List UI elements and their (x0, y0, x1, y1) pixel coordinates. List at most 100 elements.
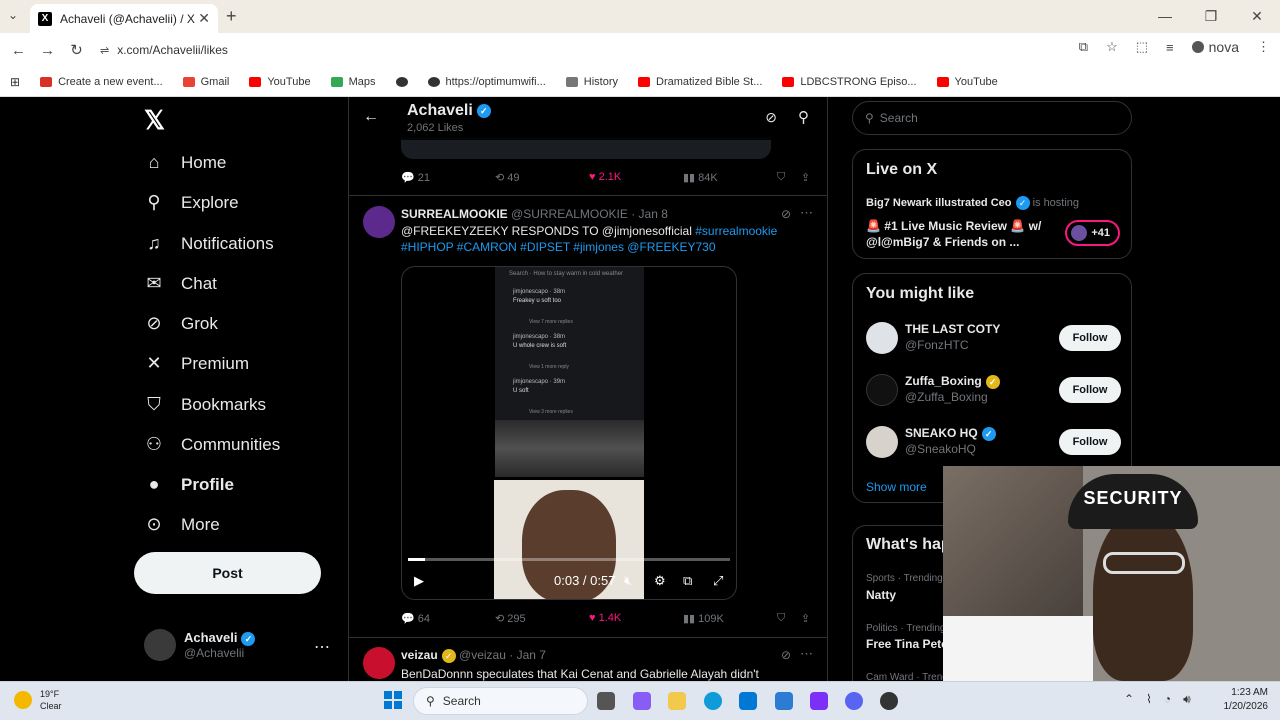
play-icon[interactable]: ▶ (414, 573, 424, 589)
reply-button[interactable]: 💬 64 (401, 612, 430, 625)
chevron-up-icon[interactable]: ⌃ (1124, 692, 1134, 707)
pip-icon[interactable]: ⧉ (683, 573, 692, 589)
nav-item-grok[interactable]: ⊘ Grok (144, 313, 217, 334)
tweet-author[interactable]: veizau (401, 648, 438, 662)
back-icon[interactable]: ← (4, 42, 33, 59)
forward-icon[interactable]: → (33, 42, 62, 59)
discord-icon[interactable] (845, 692, 863, 710)
hashtag-link[interactable]: #HIPHOP #CAMRON #DIPSET #jimjones @FREEK… (401, 240, 716, 254)
avatar[interactable] (363, 647, 395, 679)
more-icon[interactable]: ⋯ (800, 646, 813, 662)
video-progress-bar[interactable] (408, 558, 730, 561)
like-button[interactable]: ♥ 1.4K (589, 612, 621, 624)
repost-button[interactable]: ⟲ 49 (495, 171, 520, 184)
previous-tweet-media[interactable] (401, 137, 771, 159)
account-more-icon[interactable]: ⋯ (314, 637, 330, 657)
follow-button[interactable]: Follow (1059, 429, 1121, 455)
post-button[interactable]: Post (134, 552, 321, 594)
views-button[interactable]: ▮▮ 84K (683, 171, 718, 184)
nav-item-explore[interactable]: ⚲ Explore (144, 192, 238, 213)
app-icon[interactable] (810, 692, 828, 710)
account-switcher[interactable]: Achaveli ✓ @Achavelii (144, 629, 256, 661)
windows-start-icon[interactable] (384, 691, 402, 709)
search-input[interactable]: ⚲ Search (852, 101, 1132, 135)
task-view-icon[interactable] (597, 692, 615, 710)
bookmark-item[interactable]: Dramatized Bible St... (630, 76, 770, 88)
bookmark-item[interactable]: YouTube (241, 76, 318, 88)
video-player[interactable]: Search · How to stay warm in cold weathe… (401, 266, 737, 600)
taskbar-search[interactable]: ⚲ Search (413, 687, 588, 715)
more-icon[interactable]: ⋯ (800, 205, 813, 221)
settings-icon[interactable]: ⚙ (654, 573, 666, 589)
nav-item-more[interactable]: ⊙ More (144, 514, 219, 535)
edge-icon[interactable] (704, 692, 722, 710)
nav-item-bookmarks[interactable]: ⛉ Bookmarks (144, 394, 266, 415)
site-info-icon[interactable]: ⇌ (100, 44, 109, 57)
bookmark-item[interactable]: Create a new event... (32, 76, 171, 88)
outlook-icon[interactable] (775, 692, 793, 710)
clock[interactable]: 1:23 AM 1/20/2026 (1224, 686, 1269, 714)
url-field[interactable]: ⇌ x.com/Achavelii/likes (100, 37, 1000, 63)
follow-button[interactable]: Follow (1059, 325, 1121, 351)
tweet-author[interactable]: SURREALMOOKIE (401, 207, 508, 221)
copilot-icon[interactable] (633, 692, 651, 710)
profile-button[interactable]: nova (1191, 39, 1239, 55)
bookmark-icon[interactable]: ⛉ (777, 612, 785, 625)
share-icon[interactable]: ⇪ (801, 171, 810, 184)
bookmark-item[interactable]: Maps (323, 76, 384, 88)
nav-item-home[interactable]: ⌂ Home (144, 152, 227, 173)
back-arrow-icon[interactable]: ← (363, 108, 379, 126)
suggested-account[interactable]: Zuffa_Boxing ✓ @Zuffa_Boxing Follow (866, 372, 1121, 412)
fullscreen-icon[interactable]: ⤢ (713, 573, 723, 589)
search-icon[interactable]: ⚲ (798, 108, 809, 126)
hashtag-link[interactable]: #surrealmookie (695, 224, 777, 238)
bookmark-item[interactable]: YouTube (929, 76, 1006, 88)
reload-icon[interactable]: ↻ (62, 41, 91, 59)
file-explorer-icon[interactable] (668, 692, 686, 710)
weather-widget[interactable]: 19°F Clear (14, 688, 62, 712)
like-button[interactable]: ♥ 2.1K (589, 171, 621, 183)
avatar[interactable] (363, 206, 395, 238)
grok-icon[interactable]: ⊘ (781, 648, 791, 662)
suggested-account[interactable]: THE LAST COTY @FonzHTC Follow (866, 320, 1121, 360)
nav-item-premium[interactable]: ✕ Premium (144, 353, 249, 374)
live-space-title[interactable]: 🚨 #1 Live Music Review 🚨 w/ @l@mBig7 & F… (866, 218, 1056, 250)
network-icon[interactable]: ⌇ (1146, 692, 1152, 707)
repost-button[interactable]: ⟲ 295 (495, 612, 526, 625)
wifi-icon[interactable]: ◔ (1164, 692, 1171, 707)
reply-button[interactable]: 💬 21 (401, 171, 430, 184)
bookmark-item[interactable] (388, 76, 416, 87)
tab-close-icon[interactable]: ✕ (198, 10, 210, 27)
menu-icon[interactable]: ⋮ (1257, 39, 1270, 55)
restore-icon[interactable]: ❐ (1188, 0, 1234, 32)
new-tab-icon[interactable]: + (226, 6, 237, 27)
star-icon[interactable]: ☆ (1106, 39, 1118, 55)
show-more-link[interactable]: Show more (866, 480, 927, 494)
nav-item-profile[interactable]: ● Profile (144, 474, 234, 495)
bookmark-icon[interactable]: ⛉ (777, 171, 785, 184)
suggested-account[interactable]: SNEAKO HQ ✓ @SneakoHQ Follow (866, 424, 1121, 464)
nav-item-communities[interactable]: ⚇ Communities (144, 434, 280, 455)
bookmark-item[interactable]: https://optimumwifi... (420, 76, 554, 88)
apps-grid-icon[interactable]: ⊞ (10, 75, 20, 89)
bookmark-item[interactable]: Gmail (175, 76, 238, 88)
nav-item-chat[interactable]: ✉ Chat (144, 273, 216, 294)
bookmark-item[interactable]: LDBCSTRONG Episo... (774, 76, 924, 88)
mute-icon[interactable]: 🔇︎ (624, 573, 632, 589)
live-host[interactable]: Big7 Newark illustrated Ceo ✓ is hosting (866, 196, 1079, 210)
store-icon[interactable] (739, 692, 757, 710)
grok-icon[interactable]: ⊘ (765, 109, 777, 126)
extensions-icon[interactable]: ⬚ (1136, 39, 1148, 55)
nav-item-notifications[interactable]: ♫ Notifications (144, 233, 273, 254)
close-window-icon[interactable]: ✕ (1234, 0, 1280, 32)
minimize-icon[interactable]: — (1142, 0, 1188, 32)
trend-name[interactable]: Natty (866, 588, 896, 602)
live-listeners-badge[interactable]: +41 (1065, 220, 1120, 246)
follow-button[interactable]: Follow (1059, 377, 1121, 403)
browser-tab[interactable]: X Achaveli (@Achavelii) / X ✕ (30, 4, 218, 33)
media-icon[interactable]: ≡ (1166, 40, 1174, 55)
volume-icon[interactable]: 🔊︎ (1183, 692, 1191, 707)
obs-icon[interactable] (880, 692, 898, 710)
views-button[interactable]: ▮▮ 109K (683, 612, 724, 625)
bookmark-item[interactable]: History (558, 76, 626, 88)
